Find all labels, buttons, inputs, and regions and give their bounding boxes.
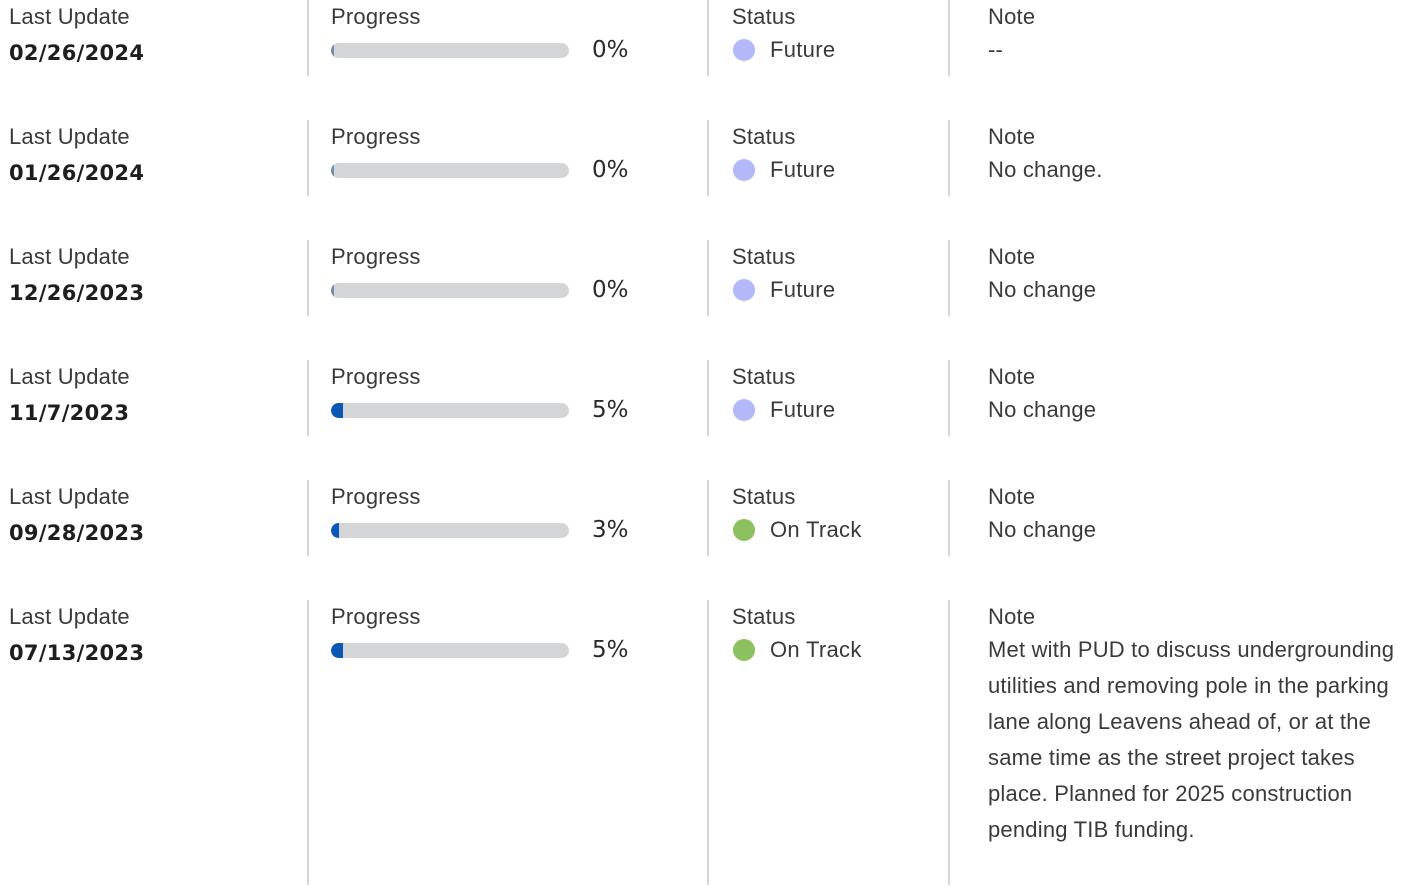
note-label: Note (988, 124, 1036, 149)
last-update-label: Last Update (9, 244, 130, 269)
status-column: Status Future (707, 360, 947, 436)
progress-column: Progress 0% (307, 0, 707, 76)
progress-bar-fill (331, 403, 343, 418)
status-dot-icon (733, 279, 755, 301)
progress-label: Progress (331, 604, 421, 629)
update-row: Last Update 11/7/2023 Progress 5% Status… (0, 360, 1426, 436)
note-text: No change (988, 517, 1097, 542)
status-dot-icon (733, 39, 755, 61)
status-column: Status On Track (707, 480, 947, 556)
progress-percent: 5% (592, 637, 629, 663)
progress-bar (331, 283, 569, 298)
note-label: Note (988, 244, 1036, 269)
note-column: Note No change (948, 360, 1418, 436)
update-row: Last Update 02/26/2024 Progress 0% Statu… (0, 0, 1426, 76)
status-value: Future (770, 397, 836, 422)
note-text: Met with PUD to discuss undergrounding u… (988, 637, 1395, 842)
note-text: No change (988, 397, 1097, 422)
progress-bar-fill (331, 523, 339, 538)
last-update-column: Last Update 12/26/2023 (9, 240, 299, 306)
last-update-column: Last Update 02/26/2024 (9, 0, 299, 66)
progress-bar (331, 523, 569, 538)
status-label: Status (732, 124, 796, 149)
note-column: Note Met with PUD to discuss underground… (948, 600, 1418, 885)
progress-column: Progress 0% (307, 240, 707, 316)
progress-bar (331, 163, 569, 178)
update-row: Last Update 07/13/2023 Progress 5% Statu… (0, 600, 1426, 885)
progress-label: Progress (331, 124, 421, 149)
note-column: Note No change (948, 480, 1418, 556)
progress-column: Progress 0% (307, 120, 707, 196)
progress-percent: 0% (592, 277, 629, 303)
last-update-label: Last Update (9, 484, 130, 509)
progress-bar-fill (331, 163, 334, 178)
status-value: Future (770, 37, 836, 62)
status-value: On Track (770, 637, 862, 662)
progress-percent: 0% (592, 157, 629, 183)
status-label: Status (732, 604, 796, 629)
note-text: -- (988, 37, 1004, 62)
last-update-date: 07/13/2023 (9, 641, 145, 665)
progress-column: Progress 3% (307, 480, 707, 556)
last-update-date: 09/28/2023 (9, 521, 145, 545)
last-update-label: Last Update (9, 4, 130, 29)
note-label: Note (988, 364, 1036, 389)
status-label: Status (732, 484, 796, 509)
note-label: Note (988, 604, 1036, 629)
note-column: Note -- (948, 0, 1418, 76)
status-update-list: Last Update 02/26/2024 Progress 0% Statu… (0, 0, 1426, 888)
progress-bar (331, 403, 569, 418)
status-value: Future (770, 157, 836, 182)
status-column: Status Future (707, 240, 947, 316)
last-update-label: Last Update (9, 604, 130, 629)
progress-column: Progress 5% (307, 600, 707, 885)
progress-bar-fill (331, 43, 334, 58)
progress-label: Progress (331, 364, 421, 389)
status-dot-icon (733, 399, 755, 421)
progress-bar (331, 643, 569, 658)
progress-label: Progress (331, 4, 421, 29)
update-row: Last Update 12/26/2023 Progress 0% Statu… (0, 240, 1426, 316)
last-update-column: Last Update 11/7/2023 (9, 360, 299, 426)
progress-percent: 3% (592, 517, 629, 543)
note-text: No change (988, 277, 1097, 302)
last-update-label: Last Update (9, 364, 130, 389)
last-update-date: 12/26/2023 (9, 281, 145, 305)
last-update-date: 11/7/2023 (9, 401, 130, 425)
last-update-date: 02/26/2024 (9, 41, 145, 65)
progress-label: Progress (331, 484, 421, 509)
last-update-column: Last Update 07/13/2023 (9, 600, 299, 666)
update-row: Last Update 01/26/2024 Progress 0% Statu… (0, 120, 1426, 196)
progress-percent: 5% (592, 397, 629, 423)
progress-label: Progress (331, 244, 421, 269)
update-row: Last Update 09/28/2023 Progress 3% Statu… (0, 480, 1426, 556)
progress-bar-fill (331, 283, 334, 298)
note-column: Note No change. (948, 120, 1418, 196)
status-label: Status (732, 364, 796, 389)
last-update-label: Last Update (9, 124, 130, 149)
progress-bar-fill (331, 643, 343, 658)
last-update-date: 01/26/2024 (9, 161, 145, 185)
status-value: Future (770, 277, 836, 302)
last-update-column: Last Update 01/26/2024 (9, 120, 299, 186)
note-label: Note (988, 4, 1036, 29)
status-dot-icon (733, 519, 755, 541)
status-label: Status (732, 4, 796, 29)
progress-percent: 0% (592, 37, 629, 63)
status-column: Status Future (707, 0, 947, 76)
note-text: No change. (988, 157, 1103, 182)
status-dot-icon (733, 639, 755, 661)
last-update-column: Last Update 09/28/2023 (9, 480, 299, 546)
status-column: Status On Track (707, 600, 947, 885)
status-dot-icon (733, 159, 755, 181)
note-column: Note No change (948, 240, 1418, 316)
note-label: Note (988, 484, 1036, 509)
status-column: Status Future (707, 120, 947, 196)
progress-bar (331, 43, 569, 58)
progress-column: Progress 5% (307, 360, 707, 436)
status-label: Status (732, 244, 796, 269)
status-value: On Track (770, 517, 862, 542)
